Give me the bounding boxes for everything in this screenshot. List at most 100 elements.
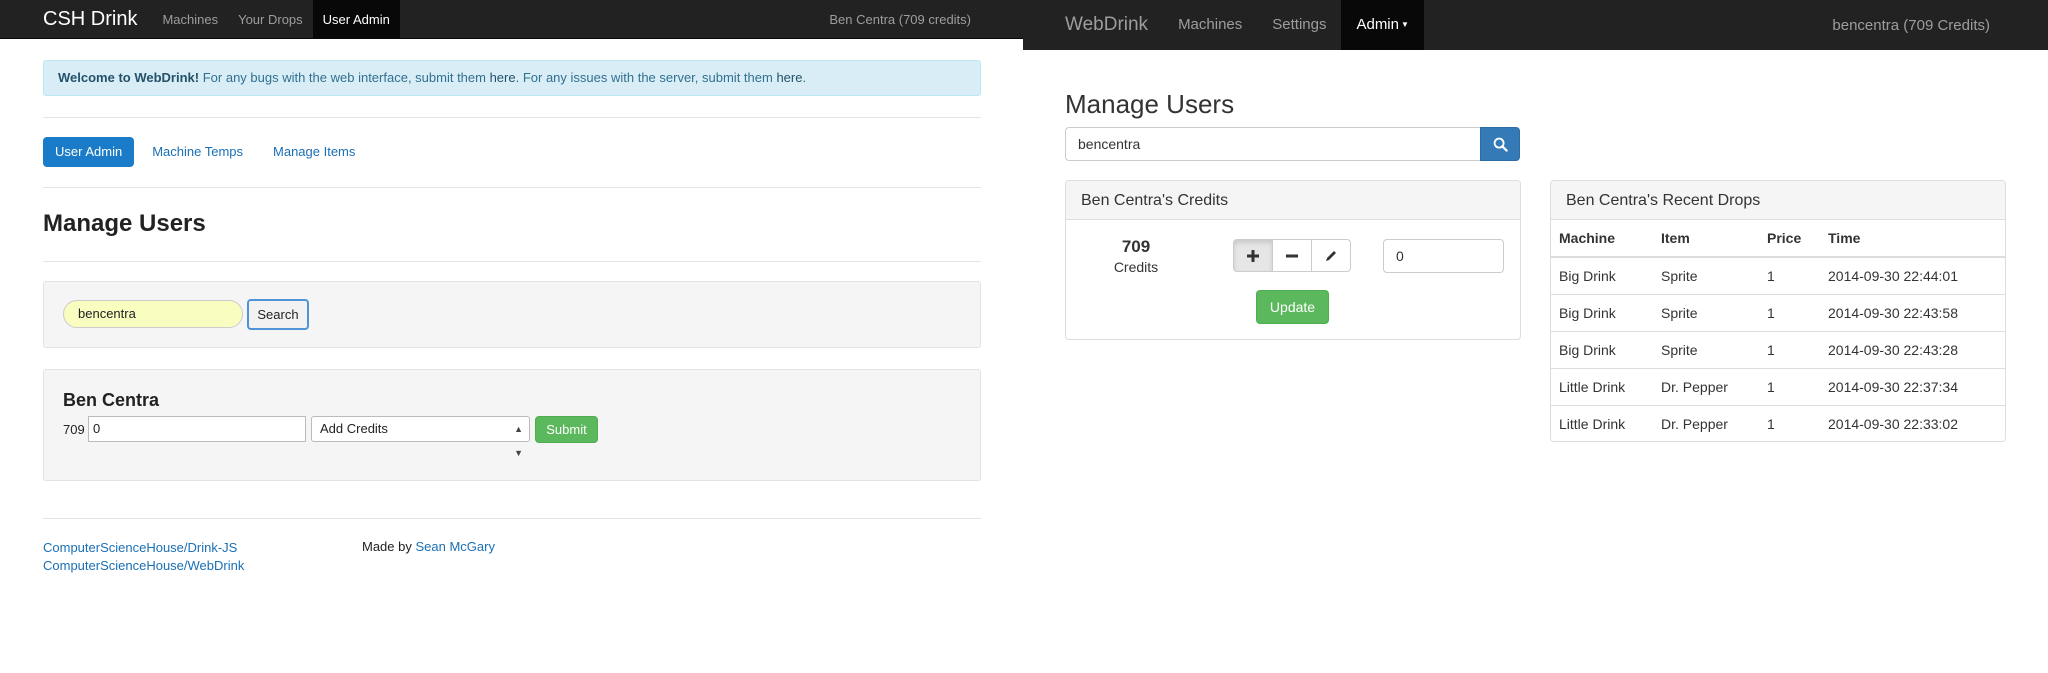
- cell-time: 2014-09-30 22:43:58: [1820, 293, 2005, 331]
- cell-item: Dr. Pepper: [1653, 404, 1759, 442]
- column-header-machine: Machine: [1551, 220, 1653, 258]
- nav-your-drops[interactable]: Your Drops: [228, 0, 313, 39]
- page-title: Manage Users: [43, 210, 206, 237]
- search-button[interactable]: Search: [247, 299, 309, 330]
- user-well: Ben Centra 709 0 Add Credits ▲ ▼ Submit: [43, 369, 981, 481]
- credit-mode-buttons: [1233, 239, 1351, 272]
- cell-item: Sprite: [1653, 256, 1759, 294]
- search-button[interactable]: [1480, 127, 1520, 161]
- cell-machine: Big Drink: [1551, 330, 1653, 368]
- admin-pills: User Admin Machine Temps Manage Items: [43, 137, 367, 167]
- old-ui-screenshot: CSH Drink Machines Your Drops User Admin…: [0, 0, 1023, 673]
- credits-display: 709 Credits: [1091, 237, 1181, 275]
- plus-icon: [1247, 249, 1259, 262]
- made-by-text: Made by: [362, 539, 416, 554]
- cell-time: 2014-09-30 22:44:01: [1820, 256, 2005, 294]
- credit-action-value: Add Credits: [320, 421, 388, 436]
- search-input[interactable]: bencentra: [1065, 127, 1480, 161]
- column-header-time: Time: [1820, 220, 2005, 258]
- pencil-icon: [1326, 250, 1336, 261]
- cell-item: Sprite: [1653, 330, 1759, 368]
- column-header-item: Item: [1653, 220, 1759, 258]
- alert-text: For any bugs with the web interface, sub…: [199, 70, 490, 85]
- nav-machines[interactable]: Machines: [1163, 0, 1257, 50]
- welcome-alert: Welcome to WebDrink! For any bugs with t…: [43, 60, 981, 96]
- credits-panel-title: Ben Centra's Credits: [1066, 181, 1520, 220]
- credit-amount-input[interactable]: 0: [1383, 239, 1504, 273]
- pill-manage-items[interactable]: Manage Items: [261, 137, 367, 167]
- alert-strong: Welcome to WebDrink!: [58, 70, 200, 85]
- search-input[interactable]: bencentra: [63, 300, 243, 328]
- cell-time: 2014-09-30 22:43:28: [1820, 330, 2005, 368]
- pill-user-admin[interactable]: User Admin: [43, 137, 135, 167]
- brand-link[interactable]: CSH Drink: [0, 8, 152, 31]
- table-row: Little Drink Dr. Pepper 1 2014-09-30 22:…: [1551, 404, 2005, 442]
- pill-machine-temps[interactable]: Machine Temps: [140, 137, 255, 167]
- top-navbar: CSH Drink Machines Your Drops User Admin…: [0, 0, 1023, 39]
- recent-drops-panel: Ben Centra's Recent Drops Machine Item P…: [1550, 180, 2006, 442]
- footer-repo-links: ComputerScienceHouse/Drink-JS ComputerSc…: [43, 539, 244, 575]
- subtract-credits-button[interactable]: [1272, 239, 1312, 272]
- divider: [43, 518, 981, 519]
- nav-machines[interactable]: Machines: [152, 0, 228, 39]
- user-credits-info: Ben Centra (709 credits): [829, 11, 971, 27]
- brand-link[interactable]: WebDrink: [1023, 14, 1163, 36]
- user-credits-info: bencentra (709 Credits): [1832, 16, 1990, 34]
- nav-admin-dropdown[interactable]: Admin ▼: [1341, 0, 1424, 50]
- credit-action-select[interactable]: Add Credits ▲ ▼: [311, 416, 530, 458]
- divider: [43, 261, 981, 262]
- top-navbar: WebDrink Machines Settings Admin ▼ bencen…: [1023, 0, 2048, 50]
- submit-button[interactable]: Submit: [535, 416, 598, 443]
- caret-down-icon: ▼: [1401, 20, 1409, 30]
- user-name: Ben Centra: [63, 390, 160, 410]
- cell-machine: Big Drink: [1551, 256, 1653, 294]
- repo-link-webdrink[interactable]: ComputerScienceHouse/WebDrink: [43, 557, 244, 575]
- new-ui-screenshot: WebDrink Machines Settings Admin ▼ bencen…: [1023, 0, 2048, 673]
- cell-time: 2014-09-30 22:33:02: [1820, 404, 2005, 442]
- credits-number: 709: [1121, 237, 1151, 256]
- cell-price: 1: [1759, 256, 1820, 294]
- select-arrows-icon: ▲ ▼: [514, 424, 523, 458]
- made-by: Made by Sean McGary: [362, 539, 495, 554]
- table-row: Big Drink Sprite 1 2014-09-30 22:44:01: [1551, 256, 2005, 294]
- cell-time: 2014-09-30 22:37:34: [1820, 367, 2005, 405]
- alert-text: .: [802, 70, 807, 85]
- cell-machine: Big Drink: [1551, 293, 1653, 331]
- repo-link-drink-js[interactable]: ComputerScienceHouse/Drink-JS: [43, 539, 244, 557]
- credits-label: Credits: [1113, 259, 1159, 275]
- cell-price: 1: [1759, 330, 1820, 368]
- edit-credits-button[interactable]: [1311, 239, 1351, 272]
- recent-drops-title: Ben Centra's Recent Drops: [1551, 181, 2005, 220]
- author-link[interactable]: Sean McGary: [415, 539, 494, 554]
- credits-panel: Ben Centra's Credits 709 Credits 0 Updat…: [1065, 180, 1521, 340]
- divider: [43, 187, 981, 188]
- cell-price: 1: [1759, 293, 1820, 331]
- credit-amount-input[interactable]: 0: [88, 416, 306, 442]
- divider: [43, 117, 981, 118]
- cell-machine: Little Drink: [1551, 404, 1653, 442]
- cell-item: Sprite: [1653, 293, 1759, 331]
- search-well: bencentra Search: [43, 281, 981, 348]
- nav-user-admin[interactable]: User Admin: [312, 0, 400, 39]
- minus-icon: [1286, 254, 1298, 257]
- column-header-price: Price: [1759, 220, 1820, 258]
- recent-drops-table: Machine Item Price Time Big Drink Sprite…: [1551, 220, 2005, 442]
- table-row: Little Drink Dr. Pepper 1 2014-09-30 22:…: [1551, 367, 2005, 405]
- cell-machine: Little Drink: [1551, 367, 1653, 405]
- search-icon: [1493, 137, 1508, 152]
- table-row: Big Drink Sprite 1 2014-09-30 22:43:58: [1551, 293, 2005, 331]
- bugs-web-link[interactable]: here: [490, 70, 516, 85]
- cell-price: 1: [1759, 367, 1820, 405]
- page-title: Manage Users: [1065, 89, 1235, 119]
- bugs-server-link[interactable]: here: [776, 70, 802, 85]
- table-header-row: Machine Item Price Time: [1551, 220, 2005, 258]
- nav-admin-label: Admin: [1356, 16, 1399, 33]
- table-row: Big Drink Sprite 1 2014-09-30 22:43:28: [1551, 330, 2005, 368]
- cell-item: Dr. Pepper: [1653, 367, 1759, 405]
- alert-text: . For any issues with the server, submit…: [515, 70, 777, 85]
- update-button[interactable]: Update: [1256, 290, 1329, 324]
- user-credits: 709: [63, 422, 85, 437]
- cell-price: 1: [1759, 404, 1820, 442]
- add-credits-button[interactable]: [1233, 239, 1273, 272]
- nav-settings[interactable]: Settings: [1257, 0, 1341, 50]
